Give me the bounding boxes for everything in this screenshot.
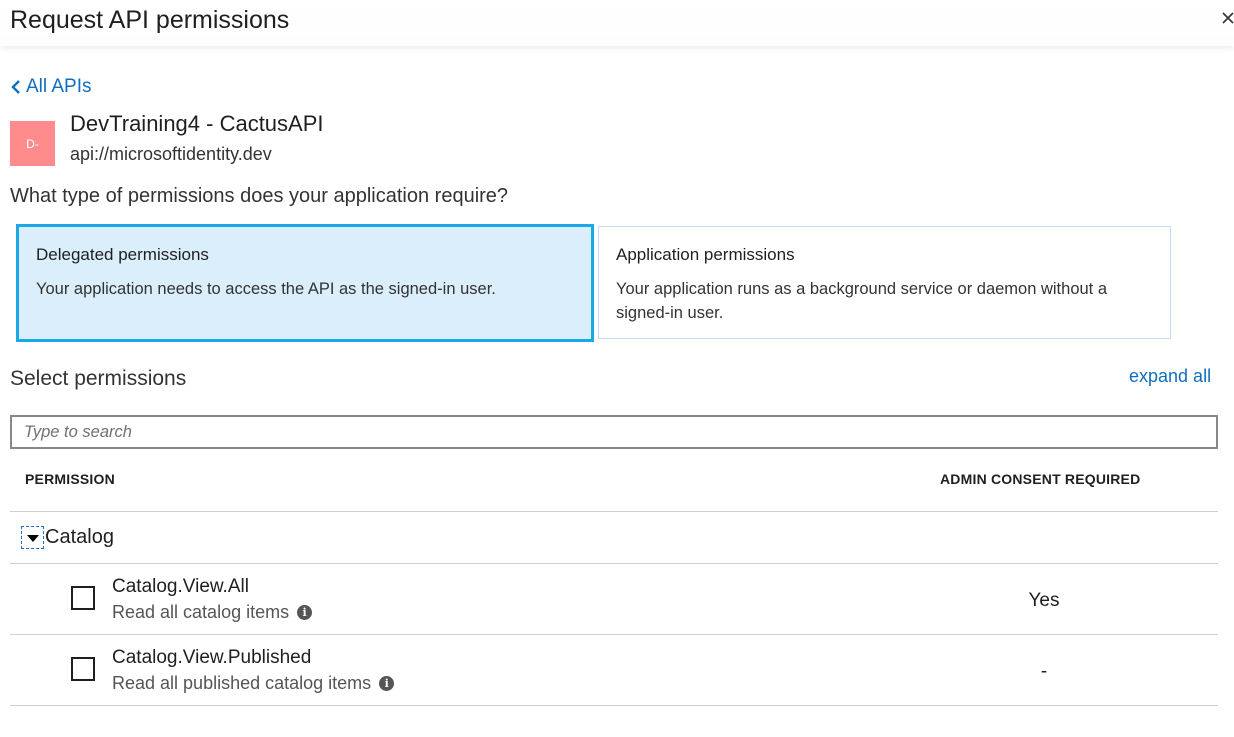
permission-name: Catalog.View.Published: [112, 647, 312, 668]
permission-name: Catalog.View.All: [112, 576, 249, 597]
info-icon[interactable]: i: [297, 605, 313, 620]
divider: [10, 511, 1218, 512]
divider: [10, 563, 1218, 564]
catalog-group-toggle[interactable]: [21, 526, 44, 549]
divider: [10, 705, 1218, 706]
back-to-all-apis-link[interactable]: All APIs: [10, 76, 91, 98]
select-permissions-heading: Select permissions: [10, 367, 187, 390]
chevron-left-icon: [11, 80, 20, 94]
admin-consent-value: -: [1040, 661, 1048, 682]
api-uri: api://microsoftidentity.dev: [70, 144, 272, 164]
api-name: DevTraining4 - CactusAPI: [70, 111, 324, 136]
expand-all-link[interactable]: expand all: [1129, 366, 1211, 387]
back-link-label: All APIs: [26, 76, 92, 97]
permission-search-input[interactable]: [10, 415, 1218, 449]
divider: [10, 634, 1218, 635]
permission-description: Read all catalog items i: [112, 602, 313, 623]
caret-down-icon: [26, 534, 39, 542]
info-icon[interactable]: i: [379, 676, 395, 691]
permission-description: Read all published catalog items i: [112, 673, 395, 694]
application-card-title: Application permissions: [616, 245, 795, 264]
close-icon: [1222, 12, 1234, 24]
permission-description-text: Read all catalog items: [112, 602, 290, 622]
column-header-admin-consent: ADMIN CONSENT REQUIRED: [940, 471, 1141, 487]
api-avatar: D-: [10, 121, 55, 166]
delegated-card-title: Delegated permissions: [36, 245, 209, 264]
permission-checkbox-catalog-view-all[interactable]: [71, 586, 95, 610]
application-permissions-card[interactable]: Application permissions Your application…: [598, 226, 1171, 339]
permission-checkbox-catalog-view-published[interactable]: [71, 657, 95, 681]
page-title: Request API permissions: [10, 6, 290, 34]
application-card-description: Your application runs as a background se…: [616, 280, 1108, 322]
close-button[interactable]: [1218, 8, 1234, 32]
permission-description-text: Read all published catalog items: [112, 673, 372, 693]
delegated-permissions-card[interactable]: Delegated permissions Your application n…: [16, 224, 594, 342]
admin-consent-value: Yes: [1028, 590, 1060, 611]
delegated-card-description: Your application needs to access the API…: [36, 280, 496, 298]
header-bar: Request API permissions: [0, 0, 1234, 46]
permission-type-question: What type of permissions does your appli…: [10, 185, 509, 207]
permission-group-name: Catalog: [45, 526, 114, 548]
column-header-permission: PERMISSION: [25, 471, 115, 487]
